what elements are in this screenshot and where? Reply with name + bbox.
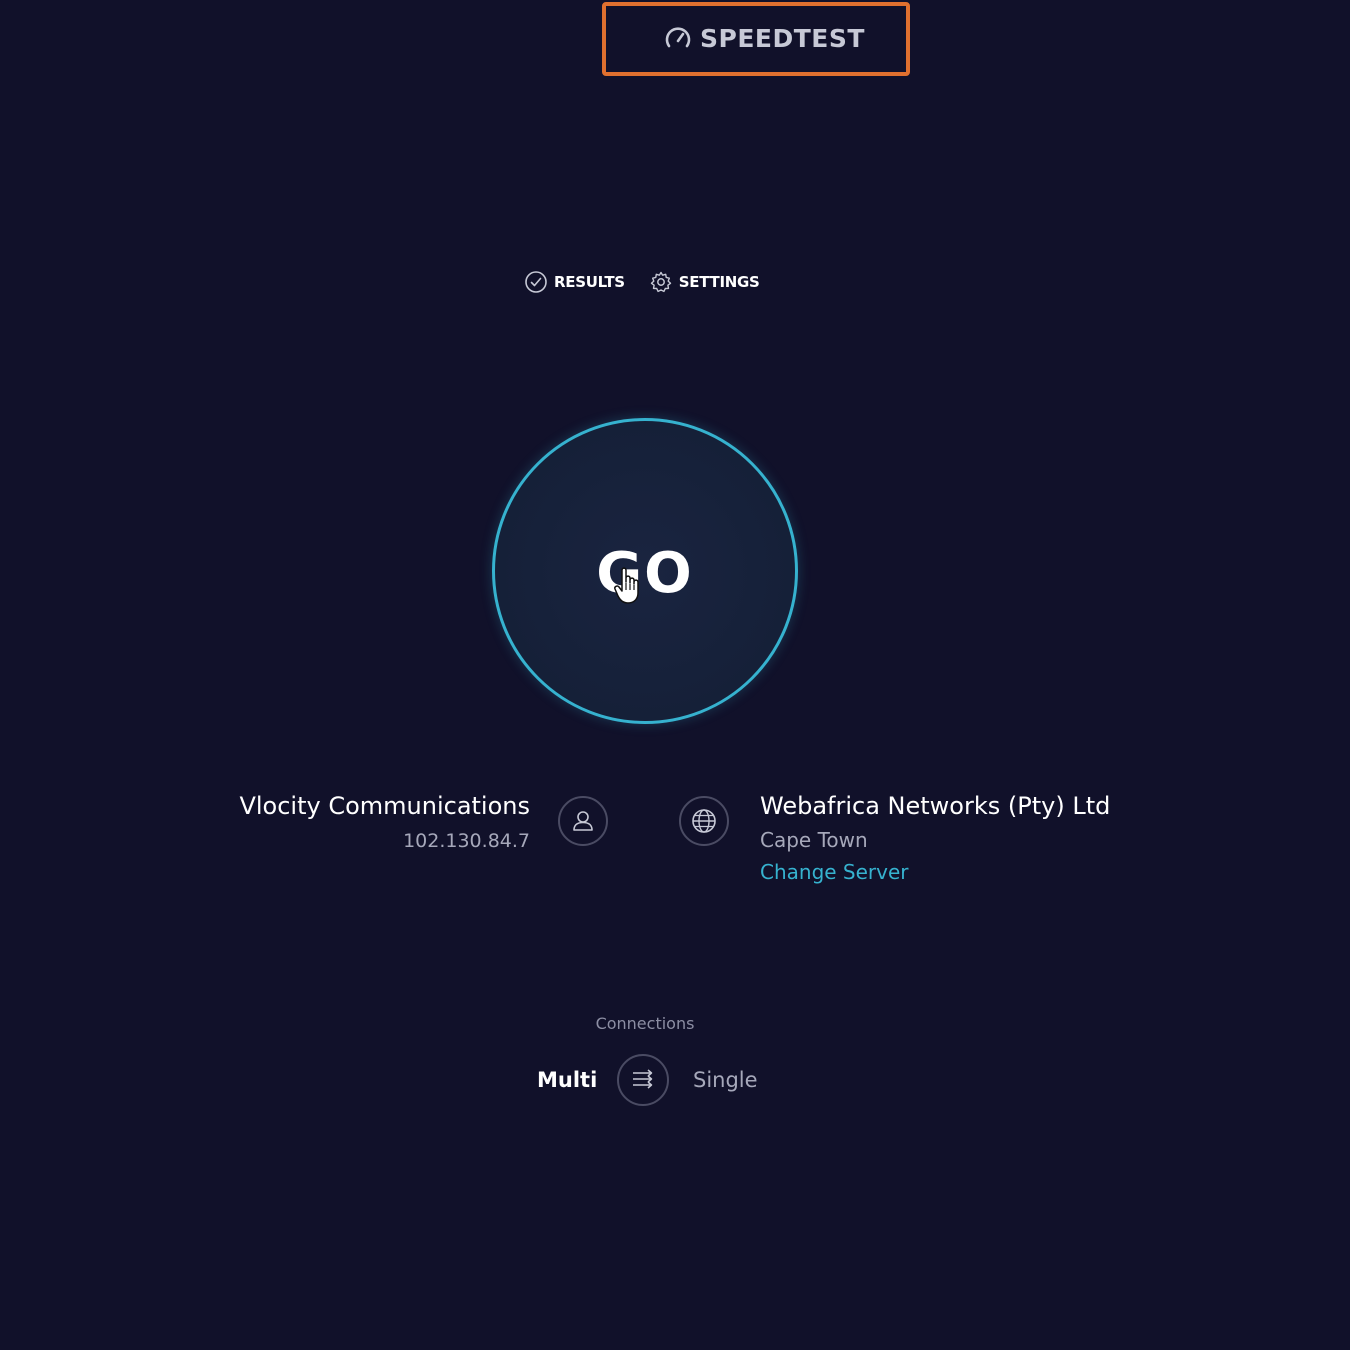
nav-settings[interactable]: SETTINGS — [649, 270, 760, 294]
server-city: Cape Town — [760, 828, 868, 852]
check-circle-icon — [524, 270, 548, 294]
isp-info: Vlocity Communications 102.130.84.7 — [239, 792, 530, 852]
gear-icon — [649, 270, 673, 294]
connections-multi-option[interactable]: Multi — [537, 1068, 617, 1092]
globe-icon[interactable] — [679, 796, 729, 846]
connections-single-option[interactable]: Single — [693, 1068, 758, 1092]
go-button[interactable]: GO — [492, 418, 798, 724]
isp-ip: 102.130.84.7 — [403, 830, 530, 852]
user-icon[interactable] — [558, 796, 608, 846]
speedometer-icon — [664, 25, 692, 53]
speedtest-logo[interactable]: SPEEDTEST — [664, 24, 865, 53]
nav-results[interactable]: RESULTS — [524, 270, 625, 294]
top-nav: RESULTS SETTINGS — [524, 270, 760, 294]
server-name: Webafrica Networks (Pty) Ltd — [760, 792, 1111, 820]
change-server-link[interactable]: Change Server — [760, 860, 1110, 884]
isp-name: Vlocity Communications — [239, 792, 530, 820]
server-info: Webafrica Networks (Pty) Ltd Cape Town C… — [760, 792, 1110, 884]
nav-results-label: RESULTS — [554, 273, 625, 291]
go-label: GO — [596, 541, 694, 606]
speedtest-page: SPEEDTEST RESULTS SETTINGS GO Vlocity Co… — [0, 0, 1350, 1350]
nav-settings-label: SETTINGS — [678, 273, 760, 291]
connections-toggle-row: Multi Single — [537, 1054, 758, 1106]
connections-arrows-icon[interactable] — [617, 1054, 669, 1106]
hand-cursor-icon — [614, 566, 642, 610]
connections-label: Connections — [595, 1014, 695, 1033]
logo-text: SPEEDTEST — [700, 24, 865, 53]
